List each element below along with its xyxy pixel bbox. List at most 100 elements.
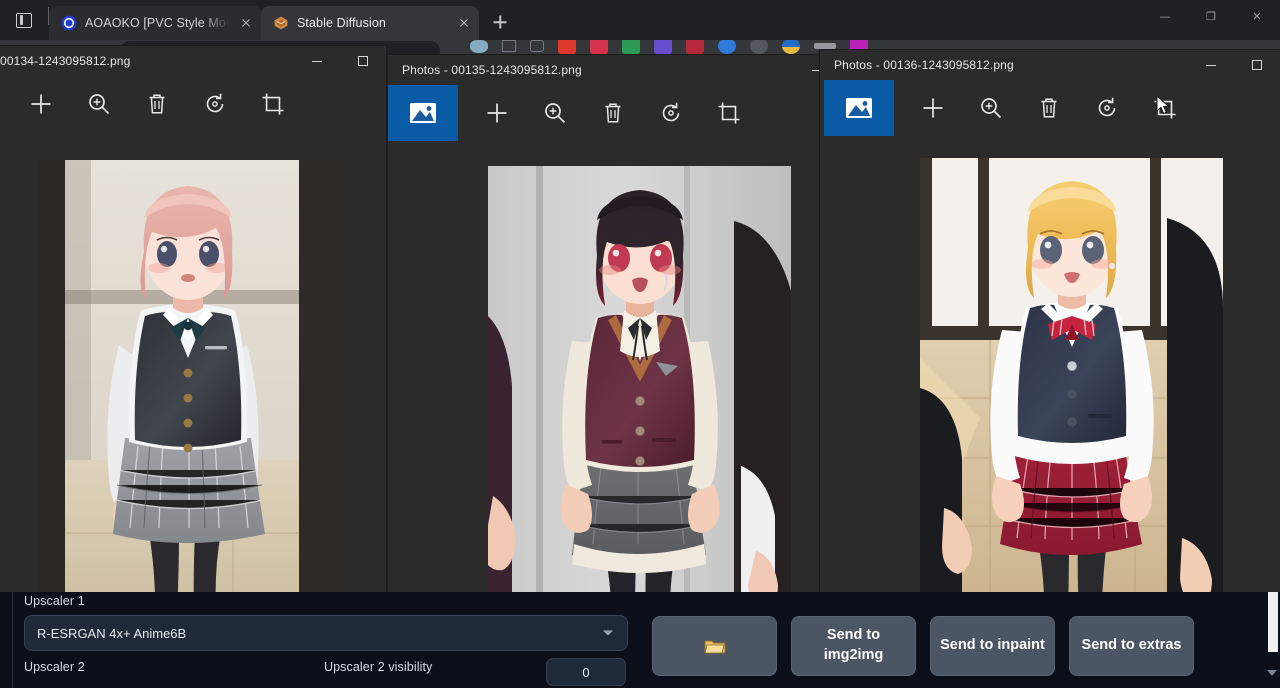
scrollbar-down-arrow-icon[interactable] (1267, 670, 1277, 676)
tab-stable-diffusion[interactable]: Stable Diffusion (261, 6, 479, 40)
extension-icon-blue[interactable] (718, 38, 736, 54)
extensions-row (470, 38, 868, 54)
sd-action-buttons: Send to img2img Send to inpaint Send to … (652, 616, 1194, 676)
upscaler2-label: Upscaler 2 (24, 660, 324, 674)
minimize-icon (1206, 65, 1216, 66)
maximize-icon: ❐ (1206, 11, 1216, 22)
minimize-button[interactable] (1188, 50, 1234, 80)
add-button[interactable] (468, 85, 526, 141)
folder-icon (704, 638, 726, 655)
window-caption-buttons (294, 46, 386, 76)
browser-close-button[interactable]: ✕ (1234, 0, 1280, 32)
window-caption-buttons (1188, 50, 1280, 80)
maximize-button[interactable] (340, 46, 386, 76)
send-to-inpaint-button[interactable]: Send to inpaint (930, 616, 1055, 676)
extension-icon-pocket[interactable] (470, 40, 488, 53)
crop-button[interactable] (244, 76, 302, 132)
extension-icon-red-a[interactable] (558, 38, 576, 54)
send-to-extras-button[interactable]: Send to extras (1069, 616, 1194, 676)
extension-icon-yellowblue[interactable] (782, 38, 800, 54)
photos-toolbar (388, 85, 840, 141)
browser-window-controls: — ❐ ✕ (1142, 0, 1280, 32)
add-button[interactable] (12, 76, 70, 132)
minimize-button[interactable] (294, 46, 340, 76)
maximize-icon (358, 56, 368, 66)
maximize-icon (1252, 60, 1262, 70)
window-title: Photos - 00136-1243095812.png (834, 58, 1014, 72)
crop-icon (1152, 95, 1178, 121)
rotate-button[interactable] (642, 85, 700, 141)
chevron-down-icon (603, 631, 613, 636)
zoom-button[interactable] (70, 76, 128, 132)
close-icon: ✕ (1252, 11, 1261, 22)
rotate-icon (202, 91, 228, 117)
upscaler1-select[interactable]: R-ESRGAN 4x+ Anime6B (24, 615, 628, 651)
sidebar-panel-icon (16, 13, 32, 28)
scrollbar-thumb[interactable] (1268, 592, 1278, 652)
photo-00136 (920, 158, 1223, 613)
delete-icon (144, 91, 170, 117)
browser-minimize-button[interactable]: — (1142, 0, 1188, 32)
gallery-icon (408, 100, 438, 126)
add-icon (28, 91, 54, 117)
tab-close-button[interactable] (237, 14, 255, 32)
page-scrollbar[interactable] (1266, 592, 1280, 688)
crop-button[interactable] (700, 85, 758, 141)
photos-window-00136[interactable]: Photos - 00136-1243095812.png (820, 50, 1280, 620)
extension-icon-signal[interactable] (502, 40, 516, 52)
extension-icon-star[interactable] (530, 40, 544, 52)
delete-button[interactable] (1020, 80, 1078, 136)
extension-icon-crimson[interactable] (686, 38, 704, 54)
civitai-icon (61, 15, 77, 31)
new-tab-button[interactable] (485, 7, 515, 37)
extension-icon-gray[interactable] (750, 38, 768, 54)
extension-icon-pink[interactable] (590, 38, 608, 54)
tab-close-button[interactable] (455, 14, 473, 32)
photos-window-00134[interactable]: 00134-1243095812.png (0, 46, 386, 614)
extension-icon-box[interactable] (814, 43, 836, 49)
upscaler2-visibility-label: Upscaler 2 visibility (324, 660, 432, 674)
upscaler1-value: R-ESRGAN 4x+ Anime6B (37, 626, 186, 641)
photos-window-title-bar[interactable]: Photos - 00135-1243095812.png (388, 55, 840, 85)
crop-button[interactable] (1136, 80, 1194, 136)
browser-maximize-button[interactable]: ❐ (1188, 0, 1234, 32)
tab-aoaoko[interactable]: AOAOKO [PVC Style Model] - PV (49, 6, 261, 40)
send-to-inpaint-label: Send to inpaint (940, 636, 1045, 656)
window-title: 00134-1243095812.png (0, 54, 130, 68)
gallery-button[interactable] (388, 85, 458, 141)
photo-00135 (488, 166, 791, 619)
send-to-img2img-label: Send to img2img (798, 626, 909, 665)
rotate-button[interactable] (1078, 80, 1136, 136)
photos-window-title-bar[interactable]: 00134-1243095812.png (0, 46, 386, 76)
send-to-img2img-button[interactable]: Send to img2img (791, 616, 916, 676)
zoom-button[interactable] (962, 80, 1020, 136)
add-icon (920, 95, 946, 121)
photos-image-area (820, 136, 1280, 620)
window-title: Photos - 00135-1243095812.png (402, 63, 582, 77)
panel-divider (12, 592, 13, 688)
zoom-icon (86, 91, 112, 117)
photos-toolbar (0, 76, 386, 132)
upscaler2-visibility-input[interactable]: 0 (546, 658, 626, 686)
rotate-button[interactable] (186, 76, 244, 132)
zoom-icon (978, 95, 1004, 121)
delete-button[interactable] (584, 85, 642, 141)
zoom-button[interactable] (526, 85, 584, 141)
browser-tabstrip: AOAOKO [PVC Style Model] - PV Stable Dif… (0, 0, 1280, 40)
rotate-icon (658, 100, 684, 126)
sd-actions-section: Send to img2img Send to inpaint Send to … (640, 592, 1280, 688)
sidebar-toggle-button[interactable] (0, 0, 48, 40)
photos-window-title-bar[interactable]: Photos - 00136-1243095812.png (820, 50, 1280, 80)
crop-icon (716, 100, 742, 126)
extension-icon-purple[interactable] (654, 38, 672, 54)
photos-window-00135[interactable]: Photos - 00135-1243095812.png (388, 55, 840, 620)
extension-icon-green[interactable] (622, 38, 640, 54)
maximize-button[interactable] (1234, 50, 1280, 80)
crop-icon (260, 91, 286, 117)
open-folder-button[interactable] (652, 616, 777, 676)
upscaler2-row: Upscaler 2 Upscaler 2 visibility (24, 660, 628, 674)
add-button[interactable] (904, 80, 962, 136)
delete-button[interactable] (128, 76, 186, 132)
gallery-button[interactable] (824, 80, 894, 136)
minimize-icon (312, 61, 322, 62)
